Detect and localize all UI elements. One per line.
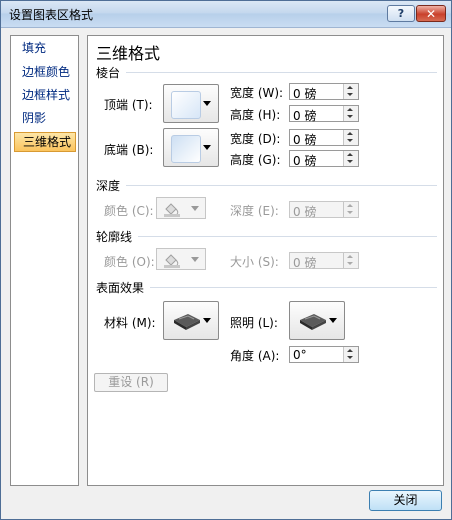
contour-size-spinner[interactable]: 0 磅	[289, 252, 359, 270]
bottom-width-spinner[interactable]: 0 磅	[289, 129, 359, 147]
contour-color-picker[interactable]	[156, 248, 206, 270]
spinner-arrows[interactable]	[343, 151, 358, 166]
size-label: 大小 (S):	[230, 255, 279, 269]
material-label: 材料 (M):	[104, 316, 156, 330]
arrow-up-icon	[347, 349, 353, 352]
surface-section-label: 表面效果	[96, 281, 145, 295]
arrow-up-icon	[347, 255, 353, 258]
bottom-height-spinner[interactable]: 0 磅	[289, 150, 359, 168]
spinner-arrows[interactable]	[343, 253, 358, 268]
arrow-down-icon	[347, 211, 353, 214]
arrow-down-icon	[347, 160, 353, 163]
bevel-top-preview-icon	[171, 91, 201, 119]
bottom-height-value: 0 磅	[293, 154, 317, 168]
spinner-arrows[interactable]	[343, 130, 358, 145]
contour-size-value: 0 磅	[293, 256, 317, 270]
material-icon	[174, 314, 200, 330]
section-divider	[150, 287, 437, 288]
window-close-button[interactable]: ✕	[416, 5, 446, 22]
top-height-label: 高度 (H):	[230, 108, 281, 122]
top-height-spinner[interactable]: 0 磅	[289, 105, 359, 123]
depth-color-label: 颜色 (C):	[104, 204, 154, 218]
sidebar-item-border-color[interactable]: 边框颜色	[14, 62, 76, 82]
sidebar-item-shadow[interactable]: 阴影	[14, 108, 76, 128]
title-bar[interactable]: 设置图表区格式 ? ✕	[1, 1, 451, 28]
arrow-up-icon	[347, 108, 353, 111]
sidebar-item-3d-format[interactable]: 三维格式	[14, 132, 76, 152]
arrow-down-icon	[347, 262, 353, 265]
chevron-down-icon	[203, 145, 211, 150]
bevel-bottom-label: 底端 (B):	[104, 143, 154, 157]
depth-color-picker[interactable]	[156, 197, 206, 219]
sidebar-item-fill[interactable]: 填充	[14, 38, 76, 58]
help-button[interactable]: ?	[387, 5, 415, 22]
section-divider	[126, 72, 437, 73]
arrow-up-icon	[347, 153, 353, 156]
settings-panel: 三维格式 棱台 顶端 (T): 宽度 (W): 0 磅 高度 (H): 0 磅 …	[87, 35, 444, 486]
bottom-height-label: 高度 (G):	[230, 153, 281, 167]
format-chart-area-dialog: 设置图表区格式 ? ✕ 填充 边框颜色 边框样式 阴影 三维格式 三维格式 棱台…	[0, 0, 452, 520]
bevel-top-gallery[interactable]	[163, 84, 219, 123]
depth-value: 0 磅	[293, 205, 317, 219]
lighting-icon	[300, 314, 326, 330]
top-width-label: 宽度 (W):	[230, 86, 284, 100]
arrow-down-icon	[347, 115, 353, 118]
spinner-arrows[interactable]	[343, 347, 358, 362]
bottom-width-label: 宽度 (D):	[230, 132, 281, 146]
chevron-down-icon	[191, 257, 199, 262]
depth-spinner[interactable]: 0 磅	[289, 201, 359, 219]
arrow-down-icon	[347, 93, 353, 96]
spinner-arrows[interactable]	[343, 202, 358, 217]
chevron-down-icon	[191, 206, 199, 211]
lighting-label: 照明 (L):	[230, 316, 278, 330]
bevel-section-label: 棱台	[96, 66, 121, 80]
sidebar-item-border-style[interactable]: 边框样式	[14, 85, 76, 105]
bevel-bottom-preview-icon	[171, 135, 201, 163]
arrow-up-icon	[347, 204, 353, 207]
lighting-gallery[interactable]	[289, 301, 345, 340]
arrow-up-icon	[347, 132, 353, 135]
angle-label: 角度 (A):	[230, 349, 280, 363]
chevron-down-icon	[203, 101, 211, 106]
top-width-spinner[interactable]: 0 磅	[289, 83, 359, 101]
reset-button[interactable]: 重设 (R)	[94, 373, 168, 392]
contour-color-label: 颜色 (O):	[104, 255, 155, 269]
depth-label: 深度 (E):	[230, 204, 279, 218]
chevron-down-icon	[203, 318, 211, 323]
contour-section-label: 轮廓线	[96, 230, 133, 244]
arrow-down-icon	[347, 356, 353, 359]
window-title: 设置图表区格式	[9, 8, 94, 22]
angle-value: 0°	[293, 348, 307, 362]
material-gallery[interactable]	[163, 301, 219, 340]
panel-title: 三维格式	[96, 44, 161, 63]
spinner-arrows[interactable]	[343, 106, 358, 121]
paint-bucket-icon	[164, 254, 180, 268]
depth-section-label: 深度	[96, 179, 121, 193]
top-height-value: 0 磅	[293, 109, 317, 123]
close-button[interactable]: 关闭	[369, 490, 442, 511]
top-width-value: 0 磅	[293, 87, 317, 101]
section-divider	[138, 236, 437, 237]
bevel-top-label: 顶端 (T):	[104, 98, 153, 112]
section-divider	[126, 185, 437, 186]
paint-bucket-icon	[164, 203, 180, 217]
spinner-arrows[interactable]	[343, 84, 358, 99]
arrow-up-icon	[347, 86, 353, 89]
arrow-down-icon	[347, 139, 353, 142]
bottom-width-value: 0 磅	[293, 133, 317, 147]
bevel-bottom-gallery[interactable]	[163, 128, 219, 167]
chevron-down-icon	[329, 318, 337, 323]
category-list: 填充 边框颜色 边框样式 阴影 三维格式	[10, 35, 79, 486]
angle-spinner[interactable]: 0°	[289, 346, 359, 363]
